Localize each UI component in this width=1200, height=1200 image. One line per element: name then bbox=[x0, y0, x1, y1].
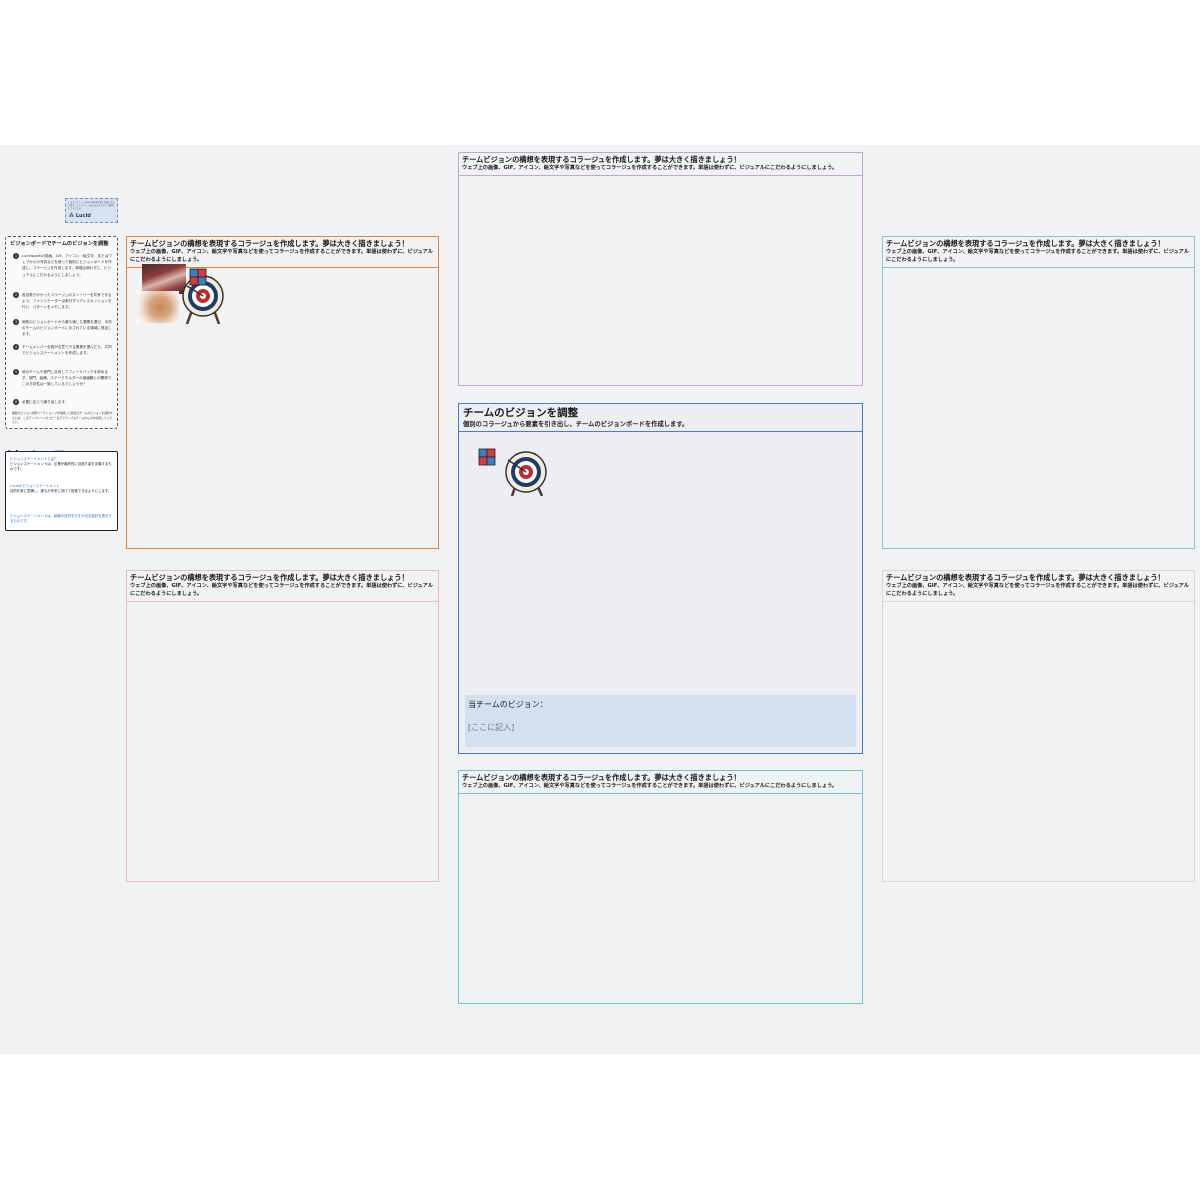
panel-description: ウェブ上の画像、GIF、アイコン、絵文字や写真などを使ってコラージュを作成するこ… bbox=[886, 583, 1189, 597]
instructions-title: ビジョンボードでチームのビジョンを調整 bbox=[10, 241, 109, 247]
step-text: チームメンバー全員が合意できる要素を選んだら、共同でビジョンステートメントを作成… bbox=[22, 345, 112, 356]
instruction-step: 6 必要に応じて繰り返します。 bbox=[13, 399, 113, 405]
puzzle-icon[interactable] bbox=[189, 268, 207, 286]
step-text: Lucidsparkの描画、GIF、アイコン・絵文字、またはウェブからの写真など… bbox=[22, 254, 112, 277]
collage-panel-green[interactable]: チームビジョンの構想を表現するコラージュを作成します。夢は大きく描きましょう！ … bbox=[882, 570, 1195, 882]
collage-panel-cyan[interactable]: チームビジョンの構想を表現するコラージュを作成します。夢は大きく描きましょう！ … bbox=[458, 770, 863, 1004]
collage-panel-teal[interactable]: チームビジョンの構想を表現するコラージュを作成します。夢は大きく描きましょう！ … bbox=[882, 236, 1195, 549]
instruction-step: 1 Lucidsparkの描画、GIF、アイコン・絵文字、またはウェブからの写真… bbox=[13, 253, 113, 278]
puzzle-icon[interactable] bbox=[478, 448, 496, 466]
team-vision-box: 当チームのビジョン： bbox=[465, 695, 856, 747]
step-text: 個別のビジョンボードから最も適した要素を選び、中央のチームのビジョンボードに示さ… bbox=[22, 320, 112, 337]
team-vision-panel[interactable]: チームのビジョンを調整 個別のコラージュから要素を引き出し、チームのビジョンボー… bbox=[458, 403, 863, 754]
handshake-photo[interactable] bbox=[137, 291, 179, 323]
team-vision-label: 当チームのビジョン： bbox=[468, 700, 548, 709]
team-vision-input[interactable] bbox=[468, 723, 668, 732]
collage-panel-pink[interactable]: チームビジョンの構想を表現するコラージュを作成します。夢は大きく描きましょう！ … bbox=[126, 570, 439, 882]
instruction-step: 3 個別のビジョンボードから最も適した要素を選び、中央のチームのビジョンボードに… bbox=[13, 319, 113, 338]
step-text: 他のチームや部門と共有してフィードバックを求めます。部門、組織、ステークホルダー… bbox=[22, 370, 112, 387]
target-icon[interactable] bbox=[504, 448, 550, 496]
team-vision-title: チームのビジョンを調整 bbox=[463, 407, 579, 419]
step-text: 必要に応じて繰り返します。 bbox=[22, 400, 69, 404]
team-vision-subtitle: 個別のコラージュから要素を引き出し、チームのビジョンボードを作成します。 bbox=[463, 421, 689, 428]
panel-description: ウェブ上の画像、GIF、アイコン、絵文字や写真などを使ってコラージュを作成するこ… bbox=[130, 583, 433, 597]
step-number: 2 bbox=[13, 292, 19, 298]
panel-title: チームビジョンの構想を表現するコラージュを作成します。夢は大きく描きましょう！ bbox=[886, 573, 1165, 582]
panel-description: ウェブ上の画像、GIF、アイコン、絵文字や写真などを使ってコラージュを作成するこ… bbox=[462, 165, 838, 171]
instructions-note: 複数のビジョン調整ワークショップを開催した場合はチームのビジョンを調整するため、… bbox=[12, 411, 113, 424]
panel-title: チームビジョンの構想を表現するコラージュを作成します。夢は大きく描きましょう！ bbox=[130, 239, 409, 248]
collage-panel-purple[interactable]: チームビジョンの構想を表現するコラージュを作成します。夢は大きく描きましょう！ … bbox=[458, 152, 863, 386]
resource-text: 目的を常に意識し、誰もが未来に向けて前進できるようにします。 bbox=[10, 489, 112, 493]
resources-card: ビジョンステートメントとは？ ビジョンステートメントは、企業が最終的に目指す姿を… bbox=[5, 451, 118, 531]
instructions-card: ビジョンボードでチームのビジョンを調整 1 Lucidsparkの描画、GIF、… bbox=[5, 236, 118, 429]
resource-text: ビジョンステートメントは、企業が最終的に目指す姿を定義するものです。 bbox=[10, 462, 112, 471]
instruction-step: 4 チームメンバー全員が合意できる要素を選んだら、共同でビジョンステートメントを… bbox=[13, 344, 113, 356]
step-text: 各自書きかかったコラージュのストーリーを共有できるよう、ファシリテーターは数分ず… bbox=[22, 293, 112, 310]
instruction-step: 2 各自書きかかったコラージュのストーリーを共有できるよう、ファシリテーターは数… bbox=[13, 292, 113, 311]
panel-title: チームビジョンの構想を表現するコラージュを作成します。夢は大きく描きましょう！ bbox=[462, 773, 741, 782]
highway-photo[interactable] bbox=[142, 264, 186, 294]
panel-description: ウェブ上の画像、GIF、アイコン、絵文字や写真などを使ってコラージュを作成するこ… bbox=[886, 249, 1189, 263]
resource-link[interactable]: ビジョンステートメントは、組織の目的を示す大切な指針を提示するものです。 bbox=[10, 514, 114, 524]
panel-description: ウェブ上の画像、GIF、アイコン、絵文字や写真などを使ってコラージュを作成するこ… bbox=[130, 249, 433, 263]
panel-title: チームビジョンの構想を表現するコラージュを作成します。夢は大きく描きましょう！ bbox=[462, 155, 741, 164]
step-number: 5 bbox=[13, 369, 19, 375]
panel-title: チームビジョンの構想を表現するコラージュを作成します。夢は大きく描きましょう！ bbox=[886, 239, 1165, 248]
instruction-step: 5 他のチームや部門と共有してフィードバックを求めます。部門、組織、ステークホル… bbox=[13, 369, 113, 388]
step-number: 4 bbox=[13, 344, 19, 350]
step-number: 3 bbox=[13, 319, 19, 325]
lucid-logo: ⁂ Lucid bbox=[69, 213, 91, 219]
step-number: 1 bbox=[13, 253, 19, 259]
collage-panel-orange[interactable]: チームビジョンの構想を表現するコラージュを作成します。夢は大きく描きましょう！ … bbox=[126, 236, 439, 549]
panel-description: ウェブ上の画像、GIF、アイコン、絵文字や写真などを使ってコラージュを作成するこ… bbox=[462, 783, 838, 789]
panel-title: チームビジョンの構想を表現するコラージュを作成します。夢は大きく描きましょう！ bbox=[130, 573, 409, 582]
lucid-logo-card: このテンプレートはLucidspark用に作成されています。テンプレートをカスタ… bbox=[65, 198, 118, 223]
logo-caption: このテンプレートはLucidspark用に作成されています。テンプレートをカスタ… bbox=[68, 201, 115, 210]
step-number: 6 bbox=[13, 399, 19, 405]
